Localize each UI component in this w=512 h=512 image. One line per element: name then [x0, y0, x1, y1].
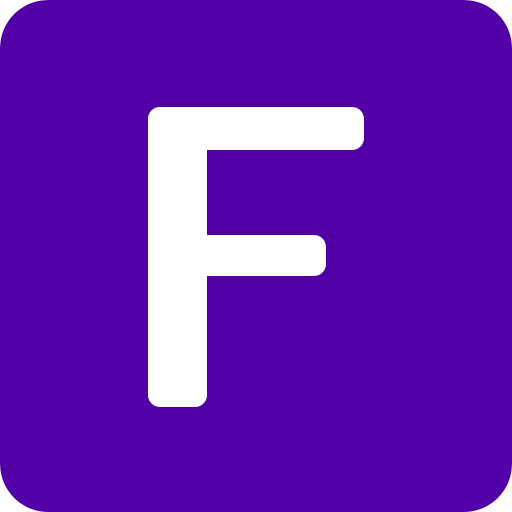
app-icon — [0, 0, 512, 512]
f-middle-bar — [148, 235, 326, 276]
f-top-bar — [148, 107, 364, 150]
letter-f-icon — [0, 0, 512, 512]
